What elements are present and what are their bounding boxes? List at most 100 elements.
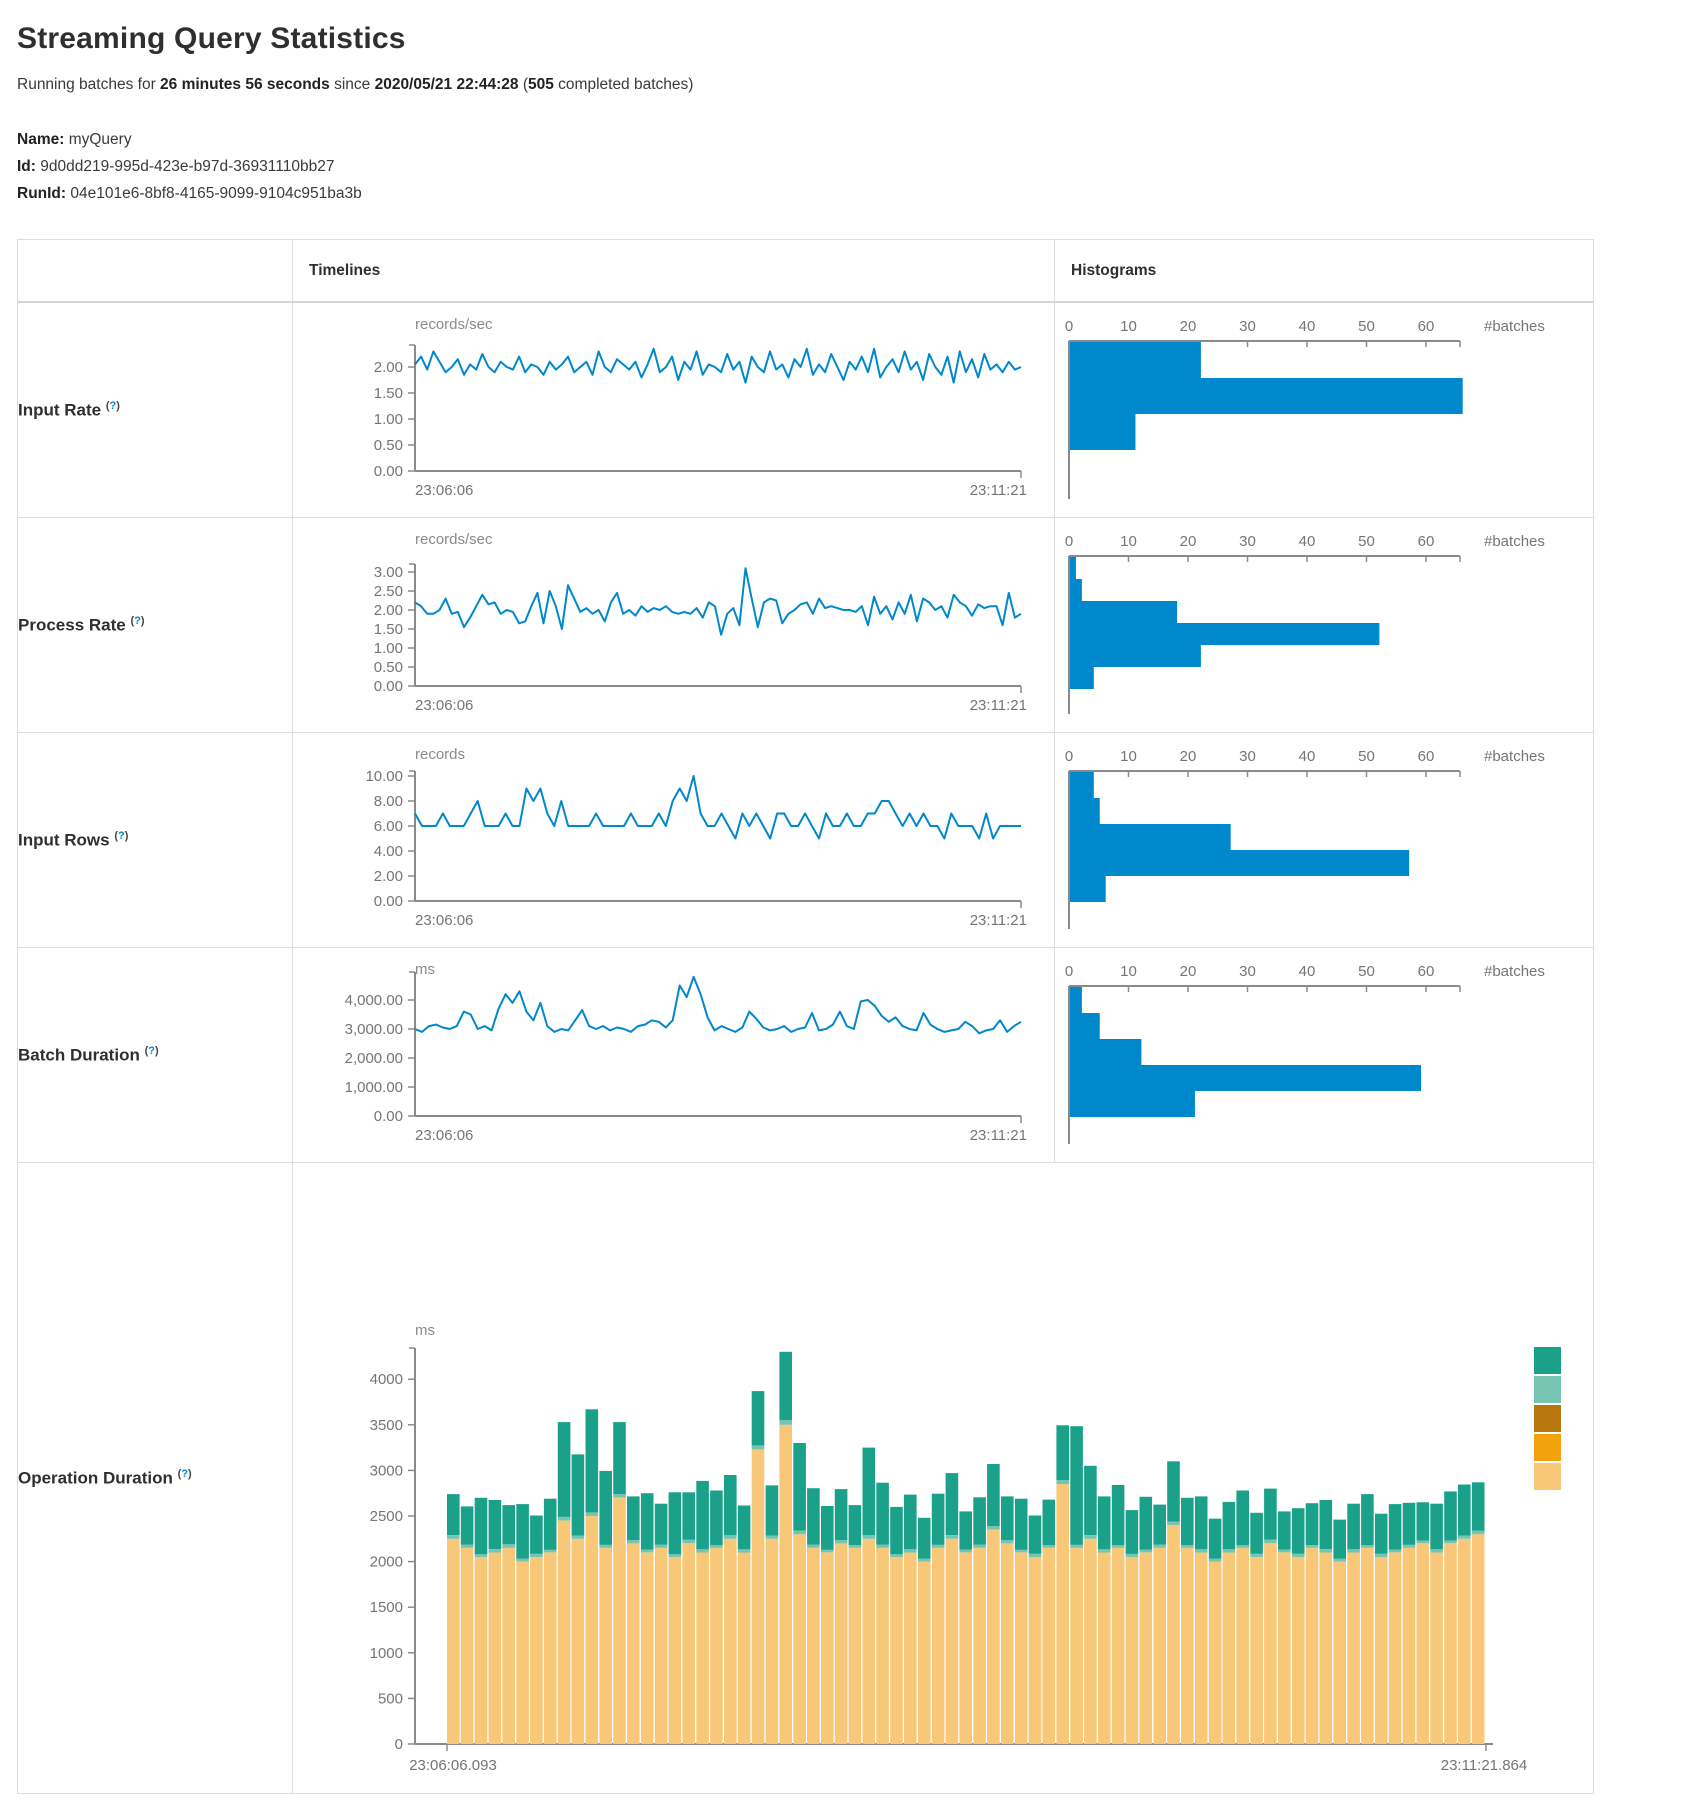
query-runid-value: 04e101e6-8bf8-4165-9099-9104c951ba3b xyxy=(70,185,361,202)
page-title: Streaming Query Statistics xyxy=(17,22,1676,56)
svg-text:records/sec: records/sec xyxy=(415,531,493,548)
svg-text:500: 500 xyxy=(378,1690,403,1707)
legend-swatch-3[interactable] xyxy=(1534,1434,1561,1461)
svg-text:2.00: 2.00 xyxy=(374,602,403,619)
svg-text:1000: 1000 xyxy=(370,1645,403,1662)
operation-duration-label-cell: Operation Duration (?) xyxy=(18,1163,293,1794)
process-rate-row: Process Rate (?) records/sec 3.00 2.50 2.00… xyxy=(18,518,1594,733)
svg-text:0.50: 0.50 xyxy=(374,659,403,676)
empty-header-cell xyxy=(18,240,293,303)
input-rows-timeline-cell: records10.008.006.004.002.000.0023:06:06… xyxy=(293,733,1055,948)
process-rate-timeline-cell: records/sec3.002.502.001.501.000.500.002… xyxy=(293,518,1055,733)
svg-text:#batches: #batches xyxy=(1484,963,1545,980)
input-rows-row: Input Rows (?) records10.008.006.004.002… xyxy=(18,733,1594,948)
svg-text:3,000.00: 3,000.00 xyxy=(345,1021,403,1038)
svg-text:50: 50 xyxy=(1358,963,1375,980)
histogram-svg: 0102030405060#batches xyxy=(1055,948,1593,1162)
histogram-svg: 0102030405060#batches xyxy=(1055,303,1593,517)
svg-text:30: 30 xyxy=(1239,318,1256,335)
operation-duration-chart: ms4000350030002500200015001000500023:06:… xyxy=(293,1163,1593,1793)
batch-duration-histogram-chart: 0102030405060#batches xyxy=(1055,948,1593,1162)
svg-text:20: 20 xyxy=(1180,963,1197,980)
svg-text:1.00: 1.00 xyxy=(374,411,403,428)
input-rows-help-icon[interactable]: (?) xyxy=(114,830,128,842)
operation-duration-label: Operation Duration xyxy=(18,1468,173,1487)
input-rate-timeline-chart: records/sec2.001.501.000.500.0023:06:062… xyxy=(293,303,1054,517)
svg-text:40: 40 xyxy=(1299,963,1316,980)
svg-text:23:11:21: 23:11:21 xyxy=(970,697,1027,714)
svg-text:0.00: 0.00 xyxy=(374,1108,403,1125)
input-rate-timeline-cell: records/sec2.001.501.000.500.0023:06:062… xyxy=(293,302,1055,518)
timeline-svg: ms4,000.003,000.002,000.001,000.000.0023… xyxy=(293,948,1054,1162)
svg-text:4,000.00: 4,000.00 xyxy=(345,992,403,1009)
process-rate-timeline-chart: records/sec3.002.502.001.501.000.500.002… xyxy=(293,518,1054,732)
svg-text:30: 30 xyxy=(1239,748,1256,765)
svg-text:10.00: 10.00 xyxy=(365,768,403,785)
timeline-svg: records/sec2.001.501.000.500.0023:06:062… xyxy=(293,303,1054,517)
svg-text:0.00: 0.00 xyxy=(374,463,403,480)
input-rate-label: Input Rate xyxy=(18,400,101,419)
process-rate-help-icon[interactable]: (?) xyxy=(130,615,144,627)
subtitle-segment: Running batches for xyxy=(17,76,160,93)
svg-text:3500: 3500 xyxy=(370,1417,403,1434)
batch-duration-timeline-cell: ms4,000.003,000.002,000.001,000.000.0023… xyxy=(293,948,1055,1163)
svg-text:40: 40 xyxy=(1299,318,1316,335)
query-name-label: Name: xyxy=(17,131,64,148)
svg-text:2.00: 2.00 xyxy=(374,868,403,885)
svg-text:20: 20 xyxy=(1180,318,1197,335)
svg-text:records: records xyxy=(415,746,465,763)
svg-text:2.50: 2.50 xyxy=(374,583,403,600)
svg-text:2.00: 2.00 xyxy=(374,359,403,376)
histogram-svg: 0102030405060#batches xyxy=(1055,733,1593,947)
svg-text:23:11:21: 23:11:21 xyxy=(970,1127,1027,1144)
svg-text:#batches: #batches xyxy=(1484,318,1545,335)
svg-text:#batches: #batches xyxy=(1484,533,1545,550)
timelines-column-header: Timelines xyxy=(293,240,1055,303)
statistics-table: Timelines Histograms Input Rate (?) reco… xyxy=(17,239,1594,1794)
subtitle-segment: completed batches) xyxy=(554,76,694,93)
batch-duration-label: Batch Duration xyxy=(18,1045,140,1064)
svg-text:40: 40 xyxy=(1299,533,1316,550)
subtitle-segment: 26 minutes 56 seconds xyxy=(160,76,330,93)
svg-text:3.00: 3.00 xyxy=(374,564,403,581)
svg-text:50: 50 xyxy=(1358,748,1375,765)
svg-text:0: 0 xyxy=(1065,963,1073,980)
batch-duration-help-icon[interactable]: (?) xyxy=(145,1045,159,1057)
legend-swatch-2[interactable] xyxy=(1534,1405,1561,1432)
input-rows-timeline-chart: records10.008.006.004.002.000.0023:06:06… xyxy=(293,733,1054,947)
svg-text:30: 30 xyxy=(1239,533,1256,550)
input-rate-histogram-cell: 0102030405060#batches xyxy=(1055,302,1594,518)
subtitle-segment: since xyxy=(330,76,375,93)
svg-text:1.50: 1.50 xyxy=(374,621,403,638)
svg-text:23:06:06: 23:06:06 xyxy=(415,697,473,714)
legend-swatch-4[interactable] xyxy=(1534,1463,1561,1490)
svg-text:0.00: 0.00 xyxy=(374,893,403,910)
batch-duration-timeline-chart: ms4,000.003,000.002,000.001,000.000.0023… xyxy=(293,948,1054,1162)
legend-swatch-0[interactable] xyxy=(1534,1347,1561,1374)
svg-text:ms: ms xyxy=(415,961,435,978)
operation-duration-help-icon[interactable]: (?) xyxy=(178,1468,192,1480)
operation-duration-row: Operation Duration (?) ms400035003000250… xyxy=(18,1163,1594,1794)
svg-text:1500: 1500 xyxy=(370,1599,403,1616)
input-rows-label: Input Rows xyxy=(18,830,110,849)
svg-text:23:06:06.093: 23:06:06.093 xyxy=(409,1757,497,1774)
svg-text:60: 60 xyxy=(1418,533,1435,550)
stacked-bar-svg: ms4000350030002500200015001000500023:06:… xyxy=(293,1163,1594,1793)
svg-text:0.00: 0.00 xyxy=(374,678,403,695)
legend-swatch-1[interactable] xyxy=(1534,1376,1561,1403)
batch-duration-row: Batch Duration (?) ms4,000.003,000.002,0… xyxy=(18,948,1594,1163)
input-rows-label-cell: Input Rows (?) xyxy=(18,733,293,948)
svg-text:4.00: 4.00 xyxy=(374,843,403,860)
table-header-row: Timelines Histograms xyxy=(18,240,1594,303)
query-id-value: 9d0dd219-995d-423e-b97d-36931110bb27 xyxy=(40,158,334,175)
input-rate-help-icon[interactable]: (?) xyxy=(106,400,120,412)
svg-text:50: 50 xyxy=(1358,533,1375,550)
svg-text:10: 10 xyxy=(1120,963,1137,980)
svg-text:10: 10 xyxy=(1120,318,1137,335)
query-info-block: Name: myQuery Id: 9d0dd219-995d-423e-b97… xyxy=(17,126,1676,207)
svg-text:23:06:06: 23:06:06 xyxy=(415,912,473,929)
svg-text:40: 40 xyxy=(1299,748,1316,765)
process-rate-label-cell: Process Rate (?) xyxy=(18,518,293,733)
query-name-row: Name: myQuery xyxy=(17,126,1676,153)
svg-text:1,000.00: 1,000.00 xyxy=(345,1079,403,1096)
